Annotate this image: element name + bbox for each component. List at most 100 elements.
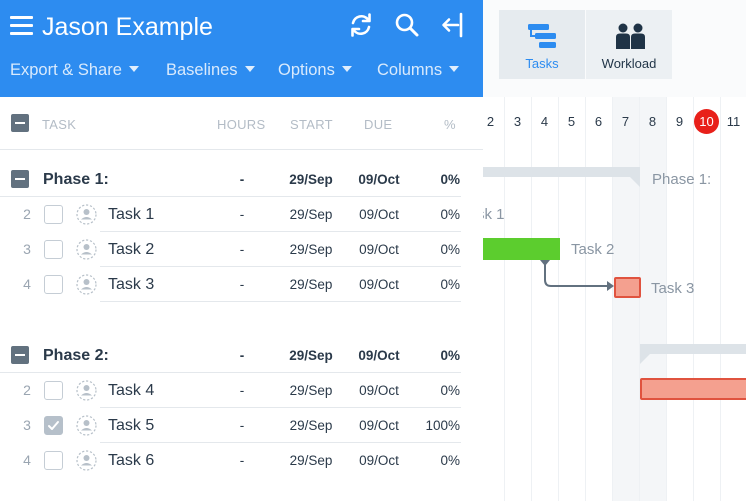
task-checkbox[interactable] <box>44 381 63 400</box>
task-row[interactable]: 3 Task 2 - 29/Sep 09/Oct 0% <box>0 232 483 267</box>
refresh-icon[interactable] <box>347 11 375 39</box>
phase-2-summary-bar[interactable] <box>640 344 746 366</box>
task-name[interactable]: Task 3 <box>108 267 154 302</box>
task-hours[interactable]: - <box>222 408 262 443</box>
task-name[interactable]: Task 4 <box>108 373 154 408</box>
menu-baselines[interactable]: Baselines <box>166 56 255 84</box>
task-start[interactable]: 29/Sep <box>282 232 340 267</box>
task-checkbox[interactable] <box>44 205 63 224</box>
phase-start: 29/Sep <box>289 172 333 187</box>
caret-down-icon <box>449 66 460 72</box>
caret-down-icon <box>128 66 139 72</box>
search-icon[interactable] <box>393 11 421 39</box>
menu-options[interactable]: Options <box>278 56 352 84</box>
task-row[interactable]: 2 Task 1 - 29/Sep 09/Oct 0% <box>0 197 483 232</box>
task-1-gantt-label: sk 1 <box>483 206 505 223</box>
task-name[interactable]: Task 2 <box>108 232 154 267</box>
task-start[interactable]: 29/Sep <box>282 373 340 408</box>
task-pct[interactable]: 0% <box>412 232 460 267</box>
collapse-panel-icon[interactable] <box>439 11 467 39</box>
col-start[interactable]: START <box>290 117 333 132</box>
task-pct[interactable]: 0% <box>412 197 460 232</box>
col-due[interactable]: DUE <box>364 117 392 132</box>
day-label: 2 <box>486 114 495 129</box>
phase-pct: 0% <box>440 172 460 187</box>
task-row[interactable]: 4 Task 6 - 29/Sep 09/Oct 0% <box>0 443 483 478</box>
task-pct[interactable]: 0% <box>412 373 460 408</box>
col-pct[interactable]: % <box>444 117 456 132</box>
menu-icon[interactable] <box>10 16 33 36</box>
phase-name[interactable]: Phase 2: <box>43 338 109 373</box>
row-number: 4 <box>23 276 31 292</box>
task-checkbox[interactable] <box>44 240 63 259</box>
task-3-bar[interactable] <box>614 277 641 298</box>
phase-name[interactable]: Phase 1: <box>43 162 109 197</box>
menu-export-share-label: Export & Share <box>10 61 122 79</box>
view-tasks-label: Tasks <box>525 56 559 71</box>
day-column <box>504 97 531 501</box>
task-hours[interactable]: - <box>222 267 262 302</box>
task-hours[interactable]: - <box>222 373 262 408</box>
task-checkbox-checked[interactable] <box>44 416 63 435</box>
task-2-bar[interactable] <box>483 238 560 260</box>
task-row[interactable]: 2 Task 4 - 29/Sep 09/Oct 0% <box>0 373 483 408</box>
phase-hours: - <box>239 172 245 187</box>
task-start[interactable]: 29/Sep <box>282 408 340 443</box>
day-label: 3 <box>513 114 522 129</box>
task-name[interactable]: Task 1 <box>108 197 154 232</box>
phase-start: 29/Sep <box>289 348 333 363</box>
task-pct[interactable]: 0% <box>412 267 460 302</box>
task-due[interactable]: 09/Oct <box>350 373 408 408</box>
task-checkbox[interactable] <box>44 275 63 294</box>
gantt-chart: 2 3 4 5 6 7 8 9 10 11 Phase 1: sk 1 Task… <box>483 97 746 501</box>
view-tasks-button[interactable]: Tasks <box>499 10 585 79</box>
task-hours[interactable]: - <box>222 443 262 478</box>
task-start[interactable]: 29/Sep <box>282 197 340 232</box>
assignee-icon[interactable] <box>76 204 97 225</box>
task-hours[interactable]: - <box>222 232 262 267</box>
collapse-all-icon[interactable] <box>11 114 29 132</box>
task-pct[interactable]: 100% <box>412 408 460 443</box>
assignee-icon[interactable] <box>76 239 97 260</box>
task-name[interactable]: Task 5 <box>108 408 154 443</box>
col-hours[interactable]: HOURS <box>217 117 265 132</box>
task-name[interactable]: Task 6 <box>108 443 154 478</box>
phase-row[interactable]: Phase 2: - 29/Sep 09/Oct 0% <box>0 338 483 373</box>
collapse-phase-icon[interactable] <box>11 170 29 188</box>
task-due[interactable]: 09/Oct <box>350 443 408 478</box>
checkmark-icon <box>48 421 59 430</box>
task-due[interactable]: 09/Oct <box>350 197 408 232</box>
task-4-bar[interactable] <box>640 378 746 400</box>
day-column <box>585 97 612 501</box>
row-number: 4 <box>23 452 31 468</box>
assignee-icon[interactable] <box>76 450 97 471</box>
caret-down-icon <box>341 66 352 72</box>
task-pct[interactable]: 0% <box>412 443 460 478</box>
menu-columns[interactable]: Columns <box>377 56 460 84</box>
day-column <box>531 97 558 501</box>
task-row[interactable]: 3 Task 5 - 29/Sep 09/Oct 100% <box>0 408 483 443</box>
task-hours[interactable]: - <box>222 197 262 232</box>
col-task[interactable]: TASK <box>42 117 76 132</box>
assignee-icon[interactable] <box>76 415 97 436</box>
menu-export-share[interactable]: Export & Share <box>10 56 139 84</box>
weekend-column <box>612 97 639 501</box>
task-start[interactable]: 29/Sep <box>282 267 340 302</box>
phase-1-summary-bar[interactable] <box>483 167 643 189</box>
menu-columns-label: Columns <box>377 61 443 79</box>
task-row[interactable]: 4 Task 3 - 29/Sep 09/Oct 0% <box>0 267 483 302</box>
caret-down-icon <box>244 66 255 72</box>
collapse-phase-icon[interactable] <box>11 346 29 364</box>
task-due[interactable]: 09/Oct <box>350 232 408 267</box>
phase-row[interactable]: Phase 1: - 29/Sep 09/Oct 0% <box>0 162 483 197</box>
task-checkbox[interactable] <box>44 451 63 470</box>
task-due[interactable]: 09/Oct <box>350 408 408 443</box>
task-start[interactable]: 29/Sep <box>282 443 340 478</box>
task-due[interactable]: 09/Oct <box>350 267 408 302</box>
assignee-icon[interactable] <box>76 274 97 295</box>
view-workload-button[interactable]: Workload <box>586 10 672 79</box>
assignee-icon[interactable] <box>76 380 97 401</box>
project-title[interactable]: Jason Example <box>42 11 213 43</box>
row-number: 3 <box>23 417 31 433</box>
dependency-arrow[interactable] <box>538 260 618 296</box>
